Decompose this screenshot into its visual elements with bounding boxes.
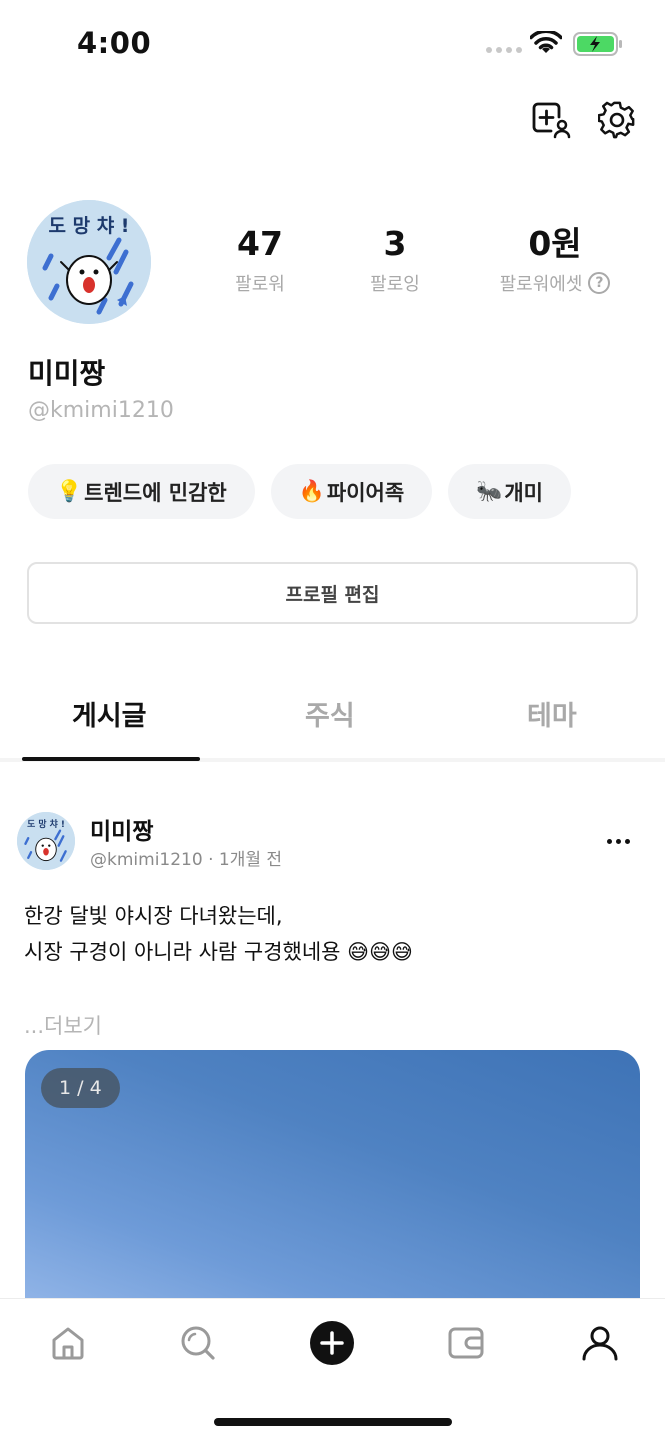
- fire-icon: 🔥: [298, 479, 325, 503]
- post-time: · 1개월 전: [208, 850, 283, 870]
- image-page-indicator: 1 / 4: [41, 1068, 120, 1108]
- settings-button[interactable]: [597, 100, 637, 140]
- profile-stats: 47 팔로워 3 팔로잉 0원 팔로워에셋 ?: [200, 222, 640, 296]
- lightbulb-icon: 💡: [56, 479, 83, 503]
- wallet-icon: [448, 1327, 484, 1359]
- display-name: 미미짱: [28, 357, 106, 390]
- top-actions: [531, 100, 637, 140]
- search-icon: [181, 1326, 215, 1360]
- avatar-image: 도 망 챠 !: [17, 812, 75, 870]
- active-tab-indicator: [22, 757, 200, 761]
- more-icon[interactable]: [600, 826, 636, 856]
- badge-trend[interactable]: 💡 트렌드에 민감한: [28, 464, 255, 519]
- follower-assets-label: 팔로워에셋: [499, 274, 583, 295]
- wifi-icon: [530, 31, 562, 53]
- avatar-image: 도 망 챠 !: [27, 200, 151, 324]
- followers-count: 47: [237, 224, 283, 263]
- badge-ant[interactable]: 🐜 개미: [448, 464, 571, 519]
- followers-label: 팔로워: [235, 274, 285, 295]
- tab-themes[interactable]: 테마: [527, 694, 577, 733]
- profile-badges: 💡 트렌드에 민감한 🔥 파이어족 🐜 개미: [28, 464, 571, 519]
- settings-gear-icon: [598, 101, 635, 139]
- following-count: 3: [383, 224, 407, 263]
- follower-assets-stat[interactable]: 0원 팔로워에셋 ?: [470, 222, 640, 296]
- badge-label: 파이어족: [326, 480, 405, 505]
- tab-stocks[interactable]: 주식: [305, 694, 355, 733]
- status-time: 4:00: [77, 26, 152, 60]
- user-handle: @kmimi1210: [28, 398, 174, 423]
- post-author-handle: @kmimi1210: [90, 850, 203, 870]
- following-label: 팔로잉: [370, 274, 420, 295]
- post-body: 한강 달빛 야시장 다녀왔는데, 시장 구경이 아니라 사람 구경했네용 😅😅😅: [24, 904, 413, 964]
- avatar-caption: 도 망 챠 !: [27, 818, 65, 830]
- profile-icon: [582, 1326, 618, 1361]
- status-bar: 4:00: [0, 0, 665, 90]
- add-friend-icon: [532, 102, 571, 139]
- help-icon[interactable]: ?: [588, 272, 611, 294]
- read-more-link[interactable]: ...더보기: [24, 1010, 102, 1040]
- post-author-avatar[interactable]: 도 망 챠 !: [17, 812, 75, 870]
- badge-label: 트렌드에 민감한: [84, 480, 227, 505]
- ant-icon: 🐜: [476, 479, 503, 503]
- nav-profile[interactable]: [576, 1321, 624, 1365]
- profile-tabs: 게시글 주식 테마: [0, 680, 665, 762]
- tab-posts[interactable]: 게시글: [72, 694, 147, 733]
- nav-create-post[interactable]: [308, 1321, 356, 1365]
- post-meta: @kmimi1210 · 1개월 전: [90, 845, 282, 870]
- home-indicator: [214, 1418, 452, 1426]
- followers-stat[interactable]: 47 팔로워: [200, 222, 320, 296]
- post-author-name[interactable]: 미미짱: [90, 812, 153, 846]
- badge-label: 개미: [504, 480, 543, 505]
- badge-fire[interactable]: 🔥 파이어족: [270, 464, 433, 519]
- nav-home[interactable]: [44, 1321, 92, 1365]
- follower-assets-value: 0원: [528, 224, 582, 263]
- following-stat[interactable]: 3 팔로잉: [320, 222, 470, 296]
- edit-profile-button[interactable]: 프로필 편집: [27, 562, 638, 624]
- home-icon: [52, 1327, 84, 1360]
- nav-search[interactable]: [174, 1321, 222, 1365]
- battery-icon: [573, 32, 622, 56]
- avatar-caption: 도 망 챠 !: [49, 215, 130, 237]
- cellular-signal-icon: [486, 47, 522, 53]
- post-image[interactable]: 1 / 4: [25, 1050, 640, 1310]
- profile-avatar[interactable]: 도 망 챠 !: [27, 200, 151, 324]
- add-friend-button[interactable]: [531, 100, 571, 140]
- nav-wallet[interactable]: [442, 1321, 490, 1365]
- plus-icon: [310, 1321, 354, 1365]
